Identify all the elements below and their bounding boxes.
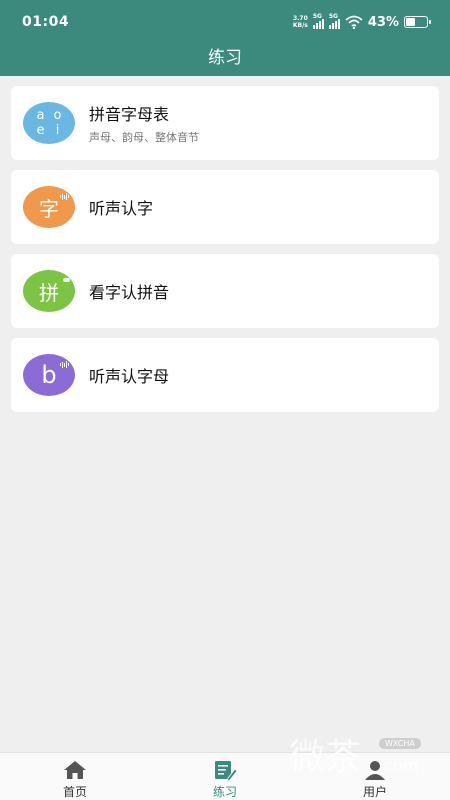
speech-bubble-icon <box>63 278 70 282</box>
signal-2-label: 5G <box>328 13 338 20</box>
signal-1-label: 5G <box>312 13 322 20</box>
nav-label: 练习 <box>212 785 237 799</box>
alphabet-letter-o: o <box>53 108 62 123</box>
listen-letter-icon: b <box>23 354 75 396</box>
title-bar: 练习 <box>0 44 450 76</box>
nav-item-practice[interactable]: 练习 <box>150 753 300 800</box>
practice-item-title: 听声认字母 <box>89 367 170 386</box>
icon-glyph: 拼 <box>39 280 59 305</box>
practice-item-title: 听声认字 <box>89 199 154 218</box>
icon-glyph: 字 <box>39 196 59 221</box>
page-title: 练习 <box>208 48 242 68</box>
wifi-icon <box>345 15 363 29</box>
sound-wave-icon <box>60 361 69 368</box>
practice-item-listen-letter[interactable]: b 听声认字母 <box>11 338 439 412</box>
practice-list: a o e i 拼音字母表 声母、韵母、整体音节 字 听声认字 拼 看字认拼音 <box>11 86 439 422</box>
status-time: 01:04 <box>22 14 70 30</box>
alphabet-icon: a o e i <box>23 102 75 144</box>
practice-item-subtitle: 声母、韵母、整体音节 <box>89 131 199 144</box>
nav-item-home[interactable]: 首页 <box>0 753 150 800</box>
practice-item-title: 看字认拼音 <box>89 283 170 302</box>
network-speed-unit: KB/s <box>292 22 308 29</box>
alphabet-letter-i: i <box>55 123 60 138</box>
bottom-nav: 首页 练习 用户 <box>0 752 450 800</box>
alphabet-letter-a: a <box>36 108 45 123</box>
battery-percent: 43% <box>367 14 399 30</box>
signal-1-icon: 5G <box>312 13 324 29</box>
icon-glyph: b <box>41 361 57 389</box>
nav-label: 用户 <box>362 785 387 799</box>
practice-item-read-pinyin[interactable]: 拼 看字认拼音 <box>11 254 439 328</box>
alphabet-letter-e: e <box>36 123 45 138</box>
status-bar: 01:04 3.70 KB/s 5G 5G 43% <box>0 0 450 44</box>
network-speed-value: 3.70 <box>292 15 308 22</box>
sound-wave-icon <box>60 193 69 200</box>
practice-item-title: 拼音字母表 <box>89 105 170 124</box>
practice-icon <box>213 759 237 781</box>
network-speed: 3.70 KB/s <box>293 15 308 29</box>
nav-label: 首页 <box>62 785 87 799</box>
listen-character-icon: 字 <box>23 186 75 228</box>
read-pinyin-icon: 拼 <box>23 270 75 312</box>
signal-2-icon: 5G <box>328 13 340 29</box>
practice-item-alphabet[interactable]: a o e i 拼音字母表 声母、韵母、整体音节 <box>11 86 439 160</box>
status-indicators: 3.70 KB/s 5G 5G 43% <box>293 12 431 32</box>
user-icon <box>363 759 387 781</box>
home-icon <box>63 759 87 781</box>
practice-item-listen-character[interactable]: 字 听声认字 <box>11 170 439 244</box>
watermark-badge: WXCHA <box>379 738 421 749</box>
battery-icon <box>404 16 431 28</box>
nav-item-user[interactable]: 用户 <box>300 753 450 800</box>
